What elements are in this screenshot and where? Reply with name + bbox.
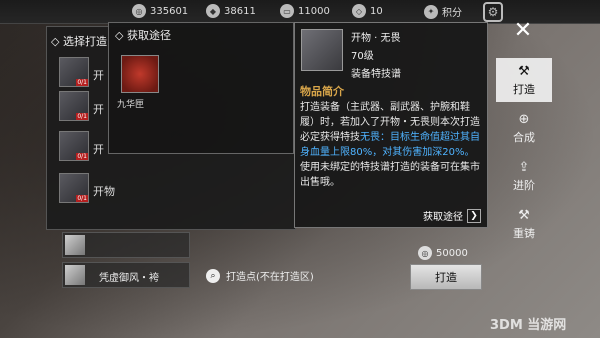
source-item-label: 九华匣 (117, 100, 145, 110)
item-detail-tooltip: 开物 · 无畏 70级 装备特技谱 物品简介 打造装备（主武器、副武器、护腕和鞋… (294, 22, 488, 228)
points-icon: ✦ (424, 4, 438, 19)
ticket-value: 11000 (298, 5, 330, 17)
currency-ticket: ▭ 11000 (280, 4, 330, 18)
list-item-text[interactable]: 开 (93, 101, 104, 117)
side-tab-combine[interactable]: ⊕ 合成 (496, 106, 552, 150)
upgrade-icon: ⇪ (518, 159, 530, 175)
list-item-icon[interactable]: 0/1 (59, 91, 89, 121)
source-title: ◇ 获取途径 (115, 29, 171, 42)
watermark-logo: 3DM 当游网 (490, 318, 567, 333)
armor-icon (65, 235, 85, 255)
pants-icon (65, 265, 85, 285)
side-tab-forge[interactable]: ⚒ 打造 (496, 58, 552, 102)
side-tab-advance[interactable]: ⇪ 进阶 (496, 154, 552, 198)
settings-gear-icon[interactable]: ⚙ (483, 2, 503, 22)
forge-button[interactable]: 打造 (410, 264, 482, 290)
item-type: 装备特技谱 (351, 69, 401, 80)
points-label: 积分 (442, 8, 462, 19)
merge-icon: ⊕ (518, 111, 530, 127)
currency-bar: ◎ 335601 ◆ 38611 ▭ 11000 ◇ 10 ✦ 积分 ⚙ (0, 0, 600, 24)
list-item-icon[interactable]: 0/1 (59, 57, 89, 87)
list-item-icon[interactable]: 0/1 (59, 131, 89, 161)
currency-coins: ◎ 335601 (132, 4, 188, 18)
silver-value: 38611 (224, 5, 256, 17)
acquire-route-link[interactable]: 获取途径 ❯ (423, 208, 481, 223)
item-level: 70级 (351, 51, 374, 62)
chevron-right-icon: ❯ (467, 208, 481, 223)
list-item-icon[interactable]: 0/1 (59, 173, 89, 203)
forge-cost: ◎ 50000 (418, 246, 468, 260)
equipment-slot[interactable]: 凭虚御风・袴 (62, 262, 190, 288)
list-item-text[interactable]: 开 (93, 141, 104, 157)
skill-scroll-icon (301, 29, 343, 71)
list-item-text[interactable]: 开物 (93, 183, 115, 199)
source-popup: ◇ 获取途径 九华匣 (108, 22, 294, 154)
gem-value: 10 (370, 5, 383, 17)
anvil-icon: ⚒ (518, 63, 530, 79)
equipment-name: 凭虚御风・袴 (99, 273, 159, 284)
search-icon: ⌕ (206, 268, 220, 283)
coins-value: 335601 (150, 5, 189, 17)
list-item-text[interactable]: 开 (93, 67, 104, 83)
treasure-chest-icon[interactable] (121, 55, 159, 93)
currency-silver: ◆ 38611 (206, 4, 256, 18)
side-tab-recast[interactable]: ⚒ 重铸 (496, 202, 552, 246)
currency-gem: ◇ 10 (352, 4, 383, 18)
close-icon[interactable]: ✕ (512, 20, 534, 42)
equipment-slot[interactable] (62, 232, 190, 258)
ticket-icon: ▭ (280, 4, 294, 18)
silver-ingot-icon: ◆ (206, 4, 220, 18)
gem-icon: ◇ (352, 4, 366, 18)
coin-icon: ◎ (132, 4, 146, 18)
currency-points[interactable]: ✦ 积分 (424, 4, 462, 19)
item-name: 开物 · 无畏 (351, 33, 401, 44)
item-description: 打造装备（主武器、副武器、护腕和鞋履）时，若加入了开物・无畏则本次打造必定获得特… (300, 102, 480, 188)
coin-icon: ◎ (418, 246, 432, 260)
forge-location[interactable]: ⌕ 打造点(不在打造区) (206, 268, 314, 283)
list-title: ◇ 选择打造 (51, 35, 107, 48)
side-menu: ⚒ 打造 ⊕ 合成 ⇪ 进阶 ⚒ 重铸 (496, 58, 552, 250)
section-heading: 物品简介 (300, 85, 344, 98)
hammer-icon: ⚒ (518, 207, 530, 223)
